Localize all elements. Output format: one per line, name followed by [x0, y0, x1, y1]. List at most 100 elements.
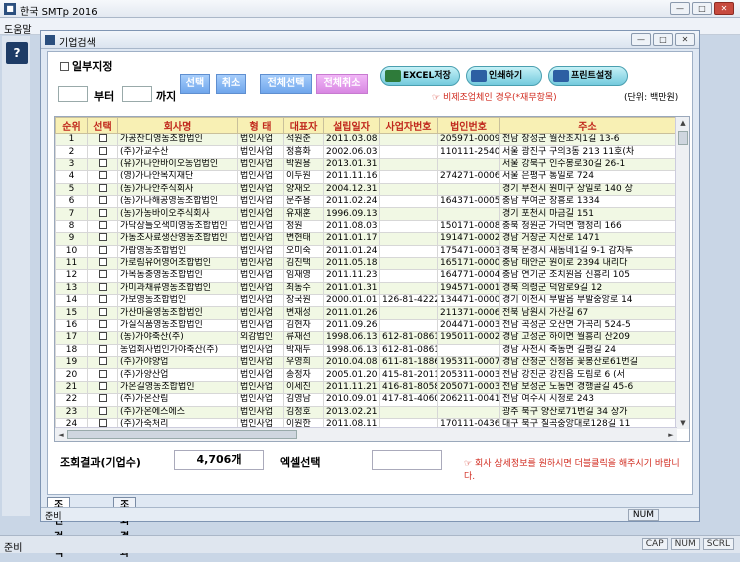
table-row[interactable]: 1 가공잔디영농조합법인법인사업석원준2011.03.08 205971-00098… [55, 132, 676, 147]
row-select-checkbox[interactable] [98, 184, 107, 192]
table-row[interactable]: 3 (유)가나안바이오농업법인 법인사업 박원용 2013.01.31 서울 강북구 인수… [55, 157, 676, 172]
table-row[interactable]: 20 (주)가양산업법인사업송정자2005.01.20415-81-2011520… [55, 368, 676, 382]
table-row[interactable]: 15 가산마을영농조합법인법인사업변재성2011.01.26 211371-0006… [55, 306, 676, 320]
table-row[interactable]: 21 가온길영농조합법인법인사업이세진2011.11.21416-81-80585… [55, 380, 676, 395]
table-row[interactable]: 10 가람영농조합법인법인사업오미숙2011.01.24 175471-000336… [55, 244, 676, 258]
horizontal-scrollbar[interactable]: ◄ ► [55, 427, 677, 441]
cancel-all-button[interactable]: 전체취소 [316, 74, 368, 94]
range-from-input[interactable] [58, 86, 88, 102]
cell-business-number [379, 170, 438, 184]
table-row[interactable]: 6 (농)가나해공영농조합법인 법인사업 문주용 2011.02.24 164371-00… [55, 194, 676, 209]
table-row[interactable]: 5 (농)가나안주식회사 법인사업 양재오 2004.12.31 경기 부천시 원미구 상… [55, 182, 676, 196]
excel-save-button[interactable]: EXCEL저장 [380, 66, 460, 86]
grid-col-header[interactable]: 설립일자 [323, 117, 380, 134]
grid-col-header[interactable]: 대표자 [283, 117, 324, 134]
mdi-close-icon[interactable]: ✕ [675, 33, 695, 46]
table-row[interactable]: 12 가목동충영농조합법인법인사업임재영2011.11.23 164771-0004… [55, 269, 676, 283]
row-select-checkbox[interactable] [98, 196, 107, 205]
table-row[interactable]: 18 농업회사법인가야축산(주) 법인사업 박재두 1998.06.13 612-81-0… [55, 343, 676, 358]
cell-company-type: 법인사업 [237, 170, 284, 184]
result-summary: 조회결과(기업수) 4,706개 엑셀선택 ☞ 회사 상세정보를 원하시면 더블… [54, 446, 690, 482]
table-row[interactable]: 7 (농)가농바이오주식회사 법인사업 유재훈 1996.09.13 경기 포천시 마금길… [55, 207, 676, 221]
table-row[interactable]: 17 (농)가야축산(주) 외감법인 류재선 1998.06.13 612-81-086 1… [55, 331, 676, 345]
table-row[interactable]: 19 (주)가야양업법인사업우영희2010.04.08611-81-1886119… [55, 356, 676, 370]
cell-company-name: (주)가양산업 [117, 368, 238, 382]
row-select-checkbox[interactable] [98, 320, 107, 329]
row-select-checkbox[interactable] [98, 258, 107, 267]
help-icon[interactable]: ? [6, 42, 28, 64]
grid-col-header[interactable]: 회사명 [117, 117, 238, 134]
select-button[interactable]: 선택 [180, 74, 210, 94]
table-row[interactable]: 16 가실식품영농조합법인법인사업김현자2011.09.26 204471-0003… [55, 318, 676, 333]
scroll-right-icon[interactable]: ► [665, 428, 677, 441]
vertical-scrollbar[interactable]: ▲ ▼ [675, 117, 689, 429]
mdi-minimize-icon[interactable]: — [631, 33, 651, 46]
select-all-button[interactable]: 전체선택 [260, 74, 312, 94]
minimize-icon[interactable]: — [670, 2, 690, 15]
range-to-input[interactable] [122, 86, 152, 102]
row-select-checkbox[interactable] [98, 283, 107, 291]
cell-company-type: 법인사업 [237, 294, 284, 308]
row-select-checkbox[interactable] [98, 208, 107, 217]
row-select-checkbox[interactable] [98, 419, 107, 428]
row-select-checkbox[interactable] [98, 146, 107, 155]
cell-company-name: (영)가나안목지재단 [117, 170, 238, 184]
row-select-checkbox[interactable] [98, 270, 107, 279]
scroll-left-icon[interactable]: ◄ [55, 428, 67, 441]
cell-address: 전남 강진군 강진읍 도림로 6 (서 [499, 368, 676, 382]
table-row[interactable]: 8 가닥상틀오색미영농조합법인 법인사업 정원 2011.08.03 150171-000… [55, 219, 676, 234]
scroll-up-icon[interactable]: ▲ [676, 117, 689, 129]
menu-help[interactable]: 도움말 [4, 21, 32, 36]
print-button[interactable]: 인쇄하기 [466, 66, 542, 86]
cell-representative: 김진택 [283, 256, 324, 271]
table-row[interactable]: 13 가미과채류영농조합법인 법인사업 최동수 2011.01.31 194571-000… [55, 281, 676, 296]
row-select-checkbox[interactable] [98, 369, 107, 378]
maximize-icon[interactable]: □ [692, 2, 712, 15]
row-select-checkbox[interactable] [98, 159, 107, 167]
partial-select-checkbox[interactable] [60, 62, 69, 71]
row-select-cell [87, 380, 118, 395]
table-row[interactable]: 2 (주)가교수산법인사업정흥화2002.06.03 110111-2540014서… [55, 145, 676, 159]
row-select-checkbox[interactable] [98, 233, 107, 242]
row-select-checkbox[interactable] [98, 295, 107, 304]
cancel-button[interactable]: 취소 [216, 74, 246, 94]
row-select-checkbox[interactable] [98, 134, 107, 143]
row-select-checkbox[interactable] [98, 357, 107, 366]
table-row[interactable]: 9 가동조사료생산영농조합법인 법인사업 변현태 2011.01.17 191471-00… [55, 232, 676, 246]
double-click-note: ☞ 회사 상세정보를 원하시면 더블클릭을 해주시기 바랍니다. [464, 459, 680, 482]
cell-corporate-number: 274271-0006287 [437, 170, 500, 184]
row-select-checkbox[interactable] [98, 308, 107, 316]
grid-col-header[interactable]: 법인번호 [437, 117, 500, 134]
table-row[interactable]: 4 (영)가나안목지재단법인사업이두원2011.11.16 274271-00062… [55, 170, 676, 184]
row-select-checkbox[interactable] [98, 394, 107, 403]
table-row[interactable]: 22 (주)가온산림법인사업김영남2010.09.01417-81-4060720… [55, 393, 676, 407]
mdi-maximize-icon[interactable]: □ [653, 33, 673, 46]
grid-col-header[interactable]: 순위 [55, 117, 88, 134]
row-select-checkbox[interactable] [98, 345, 107, 353]
row-select-checkbox[interactable] [98, 221, 107, 229]
grid-col-header[interactable]: 형 태 [237, 117, 284, 134]
print-settings-button[interactable]: 프린트설정 [548, 66, 628, 86]
excel-select-field[interactable] [372, 450, 442, 470]
scroll-down-icon[interactable]: ▼ [676, 417, 689, 429]
close-icon[interactable]: ✕ [714, 2, 734, 15]
horizontal-scroll-thumb[interactable] [67, 430, 297, 439]
cell-business-number [379, 256, 438, 271]
table-row[interactable]: 14 가보영농조합법인법인사업장국원2000.01.01126-81-422231… [55, 294, 676, 308]
row-select-cell [87, 294, 118, 308]
grid-col-header[interactable]: 주소 [499, 117, 676, 134]
row-select-checkbox[interactable] [98, 332, 107, 341]
row-select-checkbox[interactable] [98, 407, 107, 415]
cell-representative: 변현태 [283, 232, 324, 246]
side-toolbar: ? [2, 36, 30, 516]
grid-col-header[interactable]: 사업자번호 [379, 117, 438, 134]
vertical-scroll-thumb[interactable] [678, 131, 688, 145]
table-row[interactable]: 11 가로림유어영어조합법인 법인사업 김진택 2011.05.18 165171-000… [55, 256, 676, 271]
row-select-checkbox[interactable] [98, 171, 107, 180]
grid-header-row: 순위 선택 회사명 형 태 대표자 설립일자 사업자번호 법인번호 주소 [55, 117, 676, 134]
table-row[interactable]: 23 (주)가온에스에스 법인사업 김정호 2013.02.21 광주 북구 양산로71번… [55, 405, 676, 420]
row-select-checkbox[interactable] [98, 246, 107, 254]
cell-representative: 류재선 [283, 331, 324, 345]
row-select-checkbox[interactable] [98, 382, 107, 390]
grid-col-header[interactable]: 선택 [87, 117, 118, 134]
